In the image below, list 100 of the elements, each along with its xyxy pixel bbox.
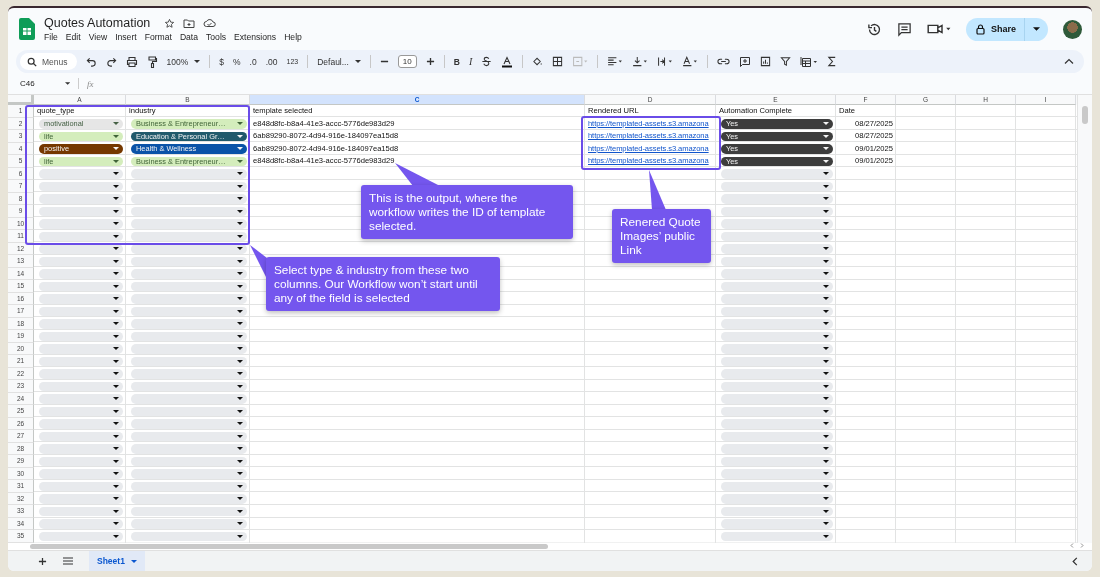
caret-icon [237, 184, 243, 188]
caret-icon [113, 397, 119, 401]
avatar[interactable] [1063, 19, 1082, 39]
undo-icon[interactable] [85, 56, 97, 67]
horizontal-scrollbar[interactable] [30, 544, 548, 549]
fill-color-icon[interactable] [532, 56, 544, 67]
print-icon[interactable] [125, 55, 138, 68]
menu-item[interactable]: Extensions [234, 32, 277, 42]
share-button[interactable]: Share [966, 17, 1048, 41]
merge-cells-icon[interactable] [572, 56, 589, 67]
text-color-icon[interactable] [501, 55, 514, 68]
menu-item[interactable]: Data [179, 32, 199, 42]
dropdown-chip[interactable] [39, 244, 123, 254]
star-icon[interactable] [164, 17, 176, 29]
strikethrough-icon[interactable] [481, 56, 493, 67]
table-view-icon[interactable] [800, 55, 819, 68]
caret-icon [113, 347, 119, 351]
italic-button[interactable]: I [468, 56, 473, 67]
scroll-thumb[interactable] [1082, 106, 1088, 124]
caret-icon [823, 184, 829, 188]
link-icon[interactable] [717, 56, 731, 67]
caret-icon [237, 447, 243, 451]
currency-format-button[interactable]: $ [219, 56, 224, 67]
caret-icon [113, 422, 119, 426]
decrease-decimals-button[interactable]: .0 [249, 56, 257, 67]
caret-icon [237, 384, 243, 388]
menu-item[interactable]: File [44, 32, 58, 42]
caret-icon [237, 159, 243, 163]
caret-icon [823, 522, 829, 526]
paint-format-icon[interactable] [146, 55, 158, 68]
caret-icon [113, 247, 119, 251]
caret-icon [237, 334, 243, 338]
caret-icon [237, 209, 243, 213]
filter-icon[interactable] [780, 56, 792, 67]
caret-icon [823, 247, 829, 251]
menu-item[interactable]: Help [284, 32, 302, 42]
caret-icon [113, 184, 119, 188]
caret-icon [130, 559, 137, 563]
borders-icon[interactable] [552, 56, 564, 67]
dropdown-chip[interactable] [131, 244, 247, 254]
all-sheets-icon[interactable] [63, 557, 73, 565]
caret-icon [237, 247, 243, 251]
plus-icon[interactable] [425, 57, 435, 66]
name-box[interactable]: C46 [20, 79, 70, 88]
lock-icon [976, 23, 985, 35]
menu-item[interactable]: Edit [65, 32, 81, 42]
history-icon[interactable] [867, 21, 882, 37]
percent-format-button[interactable]: % [233, 56, 241, 67]
caret-icon [237, 497, 243, 501]
caret-icon [113, 497, 119, 501]
caret-icon [823, 159, 829, 163]
text-rotation-icon[interactable] [682, 56, 699, 67]
caret-icon [823, 534, 829, 538]
caret-icon [823, 472, 829, 476]
chart-icon[interactable] [760, 56, 772, 67]
caret-icon [237, 197, 243, 201]
search-icon [27, 56, 37, 67]
caret-icon [823, 484, 829, 488]
caret-icon [237, 484, 243, 488]
font-size-field[interactable]: 10 [397, 55, 417, 68]
spreadsheet-logo-icon [19, 18, 35, 40]
sum-icon[interactable] [827, 56, 838, 67]
caret-icon [823, 297, 829, 301]
select-all-corner[interactable] [8, 95, 34, 105]
add-comment-icon[interactable] [739, 55, 752, 68]
vertical-align-icon[interactable] [632, 56, 649, 67]
zoom-dropdown[interactable]: 100% [166, 56, 201, 67]
callout-pointer [395, 163, 440, 186]
sheet-tab[interactable]: Sheet1 [89, 551, 145, 571]
text-wrap-icon[interactable] [657, 56, 674, 67]
caret-icon [237, 172, 243, 176]
caret-icon [113, 459, 119, 463]
menu-search-field[interactable]: Menus [20, 53, 77, 70]
caret-icon [1033, 27, 1040, 31]
menu-item[interactable]: Insert [115, 32, 137, 42]
comment-icon[interactable] [897, 21, 912, 37]
scroll-arrows-icon[interactable] [1070, 543, 1084, 548]
collapse-panel-icon[interactable] [1072, 556, 1078, 566]
caret-icon [113, 434, 119, 438]
caret-icon [823, 422, 829, 426]
increase-decimals-button[interactable]: .00 [265, 56, 278, 67]
caret-icon [113, 534, 119, 538]
caret-icon [823, 359, 829, 363]
document-title[interactable]: Quotes Automation [44, 16, 151, 30]
menu-item[interactable]: Tools [206, 32, 227, 42]
menu-item[interactable]: View [88, 32, 108, 42]
video-call-icon[interactable] [927, 23, 951, 35]
add-sheet-icon[interactable] [38, 556, 47, 566]
vertical-scrollbar[interactable] [1077, 95, 1092, 543]
caret-icon [823, 272, 829, 276]
font-dropdown[interactable]: Defaul... [317, 56, 361, 67]
redo-icon[interactable] [105, 56, 117, 67]
collapse-icon[interactable] [1064, 58, 1074, 65]
cloud-icon[interactable] [203, 18, 217, 28]
menu-item[interactable]: Format [144, 32, 172, 42]
caret-icon [113, 472, 119, 476]
bold-button[interactable]: B [453, 56, 460, 67]
folder-icon[interactable] [183, 17, 196, 29]
caret-icon [237, 347, 243, 351]
align-left-icon[interactable] [607, 56, 624, 67]
